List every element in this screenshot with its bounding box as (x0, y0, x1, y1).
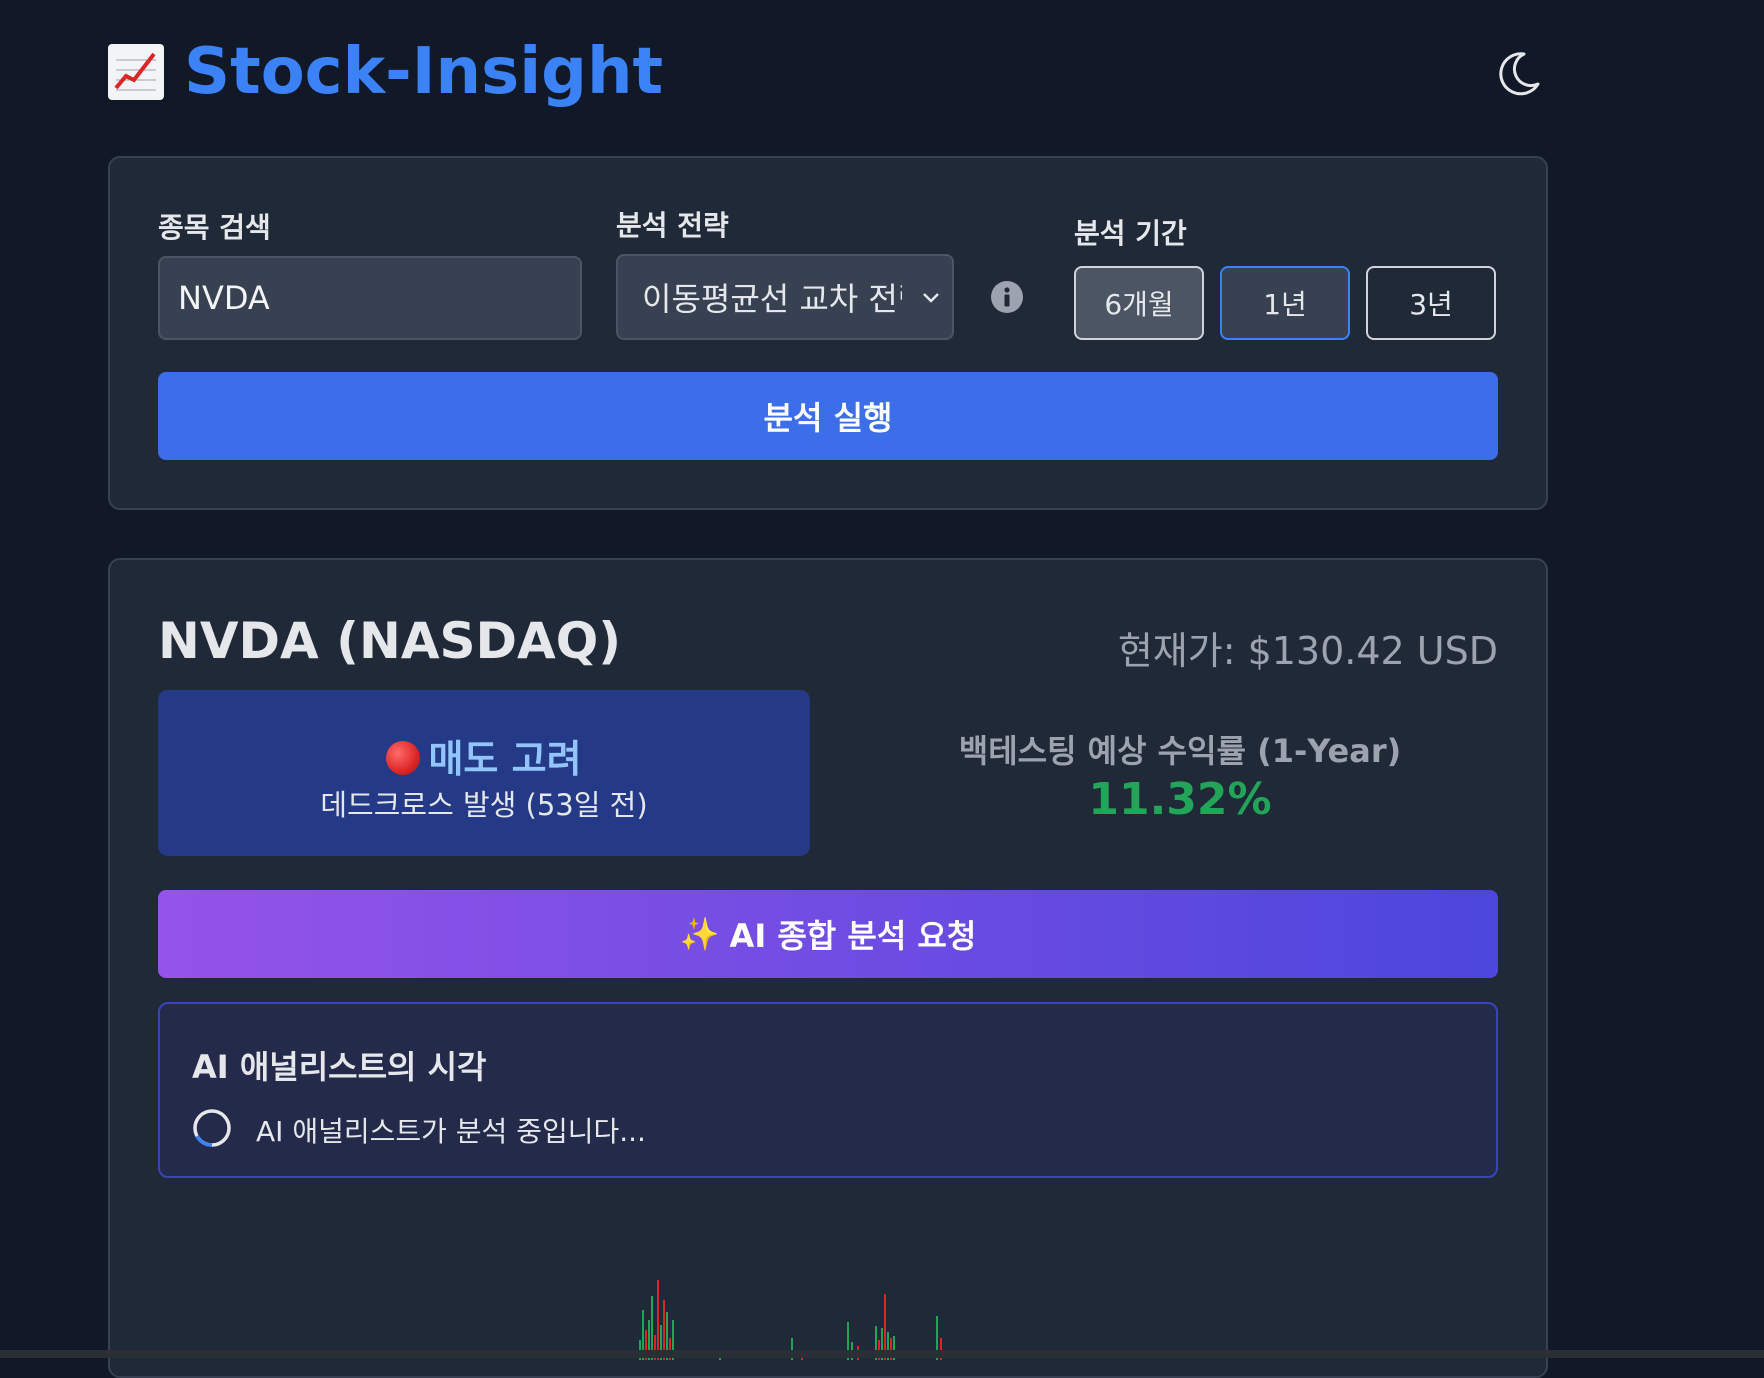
app-title: Stock-Insight (184, 35, 664, 109)
signal-card: 매도 고려 데드크로스 발생 (53일 전) (158, 690, 810, 856)
period-3y-button[interactable]: 3년 (1366, 266, 1496, 340)
backtest-return: 11.32% (1088, 774, 1272, 825)
chart-increasing-icon (108, 44, 164, 100)
app-header: Stock-Insight (108, 32, 1548, 112)
strategy-select[interactable]: 이동평균선 교차 전략 (616, 254, 954, 340)
window-bottom-edge (0, 1350, 1764, 1358)
period-6m-button[interactable]: 6개월 (1074, 266, 1204, 340)
ai-analyst-panel: AI 애널리스트의 시각 AI 애널리스트가 분석 중입니다... (158, 1002, 1498, 1178)
current-price: 현재가: $130.42 USD (1117, 629, 1498, 673)
period-label: 분석 기간 (1074, 217, 1187, 250)
brand: Stock-Insight (108, 32, 1548, 112)
signal-headline: 매도 고려 (158, 728, 810, 783)
loading-spinner-icon (192, 1108, 232, 1148)
ticker-search-input[interactable] (158, 256, 582, 340)
strategy-label: 분석 전략 (616, 209, 729, 242)
signal-label: 매도 고려 (428, 737, 582, 781)
ai-panel-title: AI 애널리스트의 시각 (192, 1048, 487, 1086)
volume-chart (158, 1220, 1498, 1360)
ticker-label: 종목 검색 (158, 211, 271, 244)
volume-bars (639, 1280, 942, 1360)
ai-analysis-button-label: AI 종합 분석 요청 (729, 917, 977, 955)
strategy-select-value: 이동평균선 교차 전략 (642, 280, 902, 318)
search-panel: 종목 검색 분석 전략 이동평균선 교차 전략 분석 기간 6개월 1년 3년 … (108, 156, 1548, 510)
ai-status-text: AI 애널리스트가 분석 중입니다... (256, 1115, 646, 1148)
backtest-label: 백테스팅 예상 수익률 (1-Year) (958, 732, 1402, 770)
ai-analysis-button[interactable]: ✨ AI 종합 분석 요청 (158, 890, 1498, 978)
signal-detail: 데드크로스 발생 (53일 전) (320, 788, 648, 822)
chevron-down-icon (920, 286, 942, 312)
red-circle-icon (386, 740, 421, 775)
result-panel: NVDA (NASDAQ) 현재가: $130.42 USD 매도 고려 데드크… (108, 558, 1548, 1378)
moon-icon[interactable] (1486, 44, 1546, 104)
period-1y-button[interactable]: 1년 (1220, 266, 1350, 340)
sparkles-icon: ✨ (679, 915, 720, 953)
ticker-title: NVDA (NASDAQ) (158, 612, 622, 670)
run-analysis-button[interactable]: 분석 실행 (158, 372, 1498, 460)
info-icon[interactable] (990, 280, 1024, 314)
